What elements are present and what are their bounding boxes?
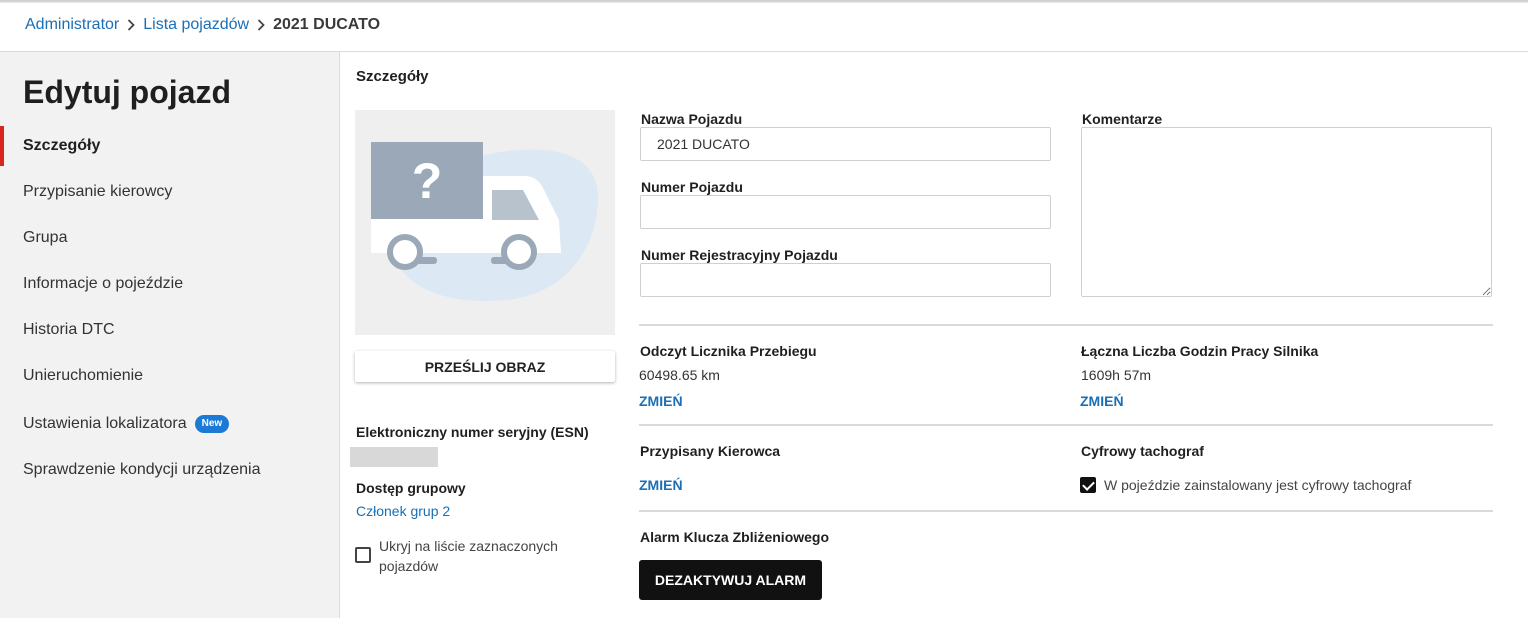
comments-label: Komentarze (1082, 111, 1163, 127)
unknown-vehicle-truck-icon: ? (371, 142, 599, 301)
chevron-right-icon (119, 19, 143, 31)
odometer-change-link[interactable]: ZMIEŃ (639, 393, 683, 409)
divider (639, 510, 1493, 512)
breadcrumb-administrator[interactable]: Administrator (25, 16, 119, 34)
sidebar-item-dtc-history[interactable]: Historia DTC (0, 310, 339, 350)
sidebar-item-label: Grupa (23, 229, 68, 246)
odometer-label: Odczyt Licznika Przebiegu (640, 343, 817, 359)
assigned-driver-change-link[interactable]: ZMIEŃ (639, 477, 683, 493)
top-shadow-line (0, 0, 1528, 3)
tachograph-checkbox-row[interactable]: W pojeździe zainstalowany jest cyfrowy t… (1080, 475, 1411, 495)
registration-number-label: Numer Rejestracyjny Pojazdu (641, 247, 838, 263)
sidebar-item-details[interactable]: Szczegóły (0, 126, 339, 166)
page-title: Edytuj pojazd (23, 74, 231, 110)
tachograph-label: Cyfrowy tachograf (1081, 443, 1204, 459)
sidebar-item-label: Sprawdzenie kondycji urządzenia (23, 461, 261, 478)
vehicle-number-label: Numer Pojazdu (641, 179, 743, 195)
breadcrumb-current: 2021 DUCATO (273, 16, 381, 33)
sidebar-item-driver-assignment[interactable]: Przypisanie kierowcy (0, 172, 339, 212)
odometer-value: 60498.65 km (639, 367, 720, 383)
sidebar-item-label: Unieruchomienie (23, 367, 144, 384)
sidebar-item-label: Ustawienia lokalizatora (23, 415, 187, 432)
assigned-driver-label: Przypisany Kierowca (640, 443, 781, 459)
engine-hours-value: 1609h 57m (1081, 367, 1152, 383)
breadcrumb-vehicle-list[interactable]: Lista pojazdów (143, 16, 249, 34)
tachograph-checkbox[interactable] (1080, 477, 1096, 493)
vehicle-name-label: Nazwa Pojazdu (641, 111, 743, 127)
sidebar-item-immobilization[interactable]: Unieruchomienie (0, 356, 339, 396)
vehicle-name-input[interactable] (640, 127, 1051, 161)
upload-image-button[interactable]: PRZEŚLIJ OBRAZ (355, 351, 615, 382)
svg-text:?: ? (412, 153, 443, 209)
new-badge: New (194, 415, 230, 433)
group-member-link[interactable]: Członek grup 2 (356, 503, 450, 519)
vehicle-number-input[interactable] (640, 195, 1051, 229)
sidebar-item-label: Przypisanie kierowcy (23, 183, 173, 200)
deactivate-alarm-button[interactable]: DEZAKTYWUJ ALARM (639, 560, 822, 600)
comments-textarea[interactable] (1081, 127, 1492, 297)
sidebar-item-locator-settings[interactable]: Ustawienia lokalizatora New (0, 404, 339, 444)
esn-value-redacted (350, 447, 438, 467)
sidebar-item-group[interactable]: Grupa (0, 218, 339, 258)
hide-checkbox-label-line2: pojazdów (379, 558, 439, 574)
hide-from-list-checkbox-row[interactable]: Ukryj na liście zaznaczonych pojazdów (355, 536, 558, 576)
chevron-right-icon (249, 19, 273, 31)
engine-hours-label: Łączna Liczba Godzin Pracy Silnika (1081, 343, 1319, 359)
engine-hours-change-link[interactable]: ZMIEŃ (1080, 393, 1124, 409)
sidebar-item-label: Historia DTC (23, 321, 115, 338)
esn-label: Elektroniczny numer seryjny (ESN) (356, 424, 589, 440)
registration-number-input[interactable] (640, 263, 1051, 297)
section-title: Szczegóły (356, 68, 429, 85)
hide-checkbox-label-line1: Ukryj na liście zaznaczonych (379, 538, 558, 554)
breadcrumb: Administrator Lista pojazdów 2021 DUCATO (25, 16, 380, 34)
divider (639, 324, 1493, 326)
sidebar: Edytuj pojazd Szczegóły Przypisanie kier… (0, 52, 340, 618)
sidebar-item-label: Szczegóły (23, 137, 101, 154)
proximity-key-alarm-label: Alarm Klucza Zbliżeniowego (640, 529, 830, 545)
vehicle-image: ? (355, 110, 615, 335)
group-access-label: Dostęp grupowy (356, 480, 466, 496)
sidebar-item-device-health[interactable]: Sprawdzenie kondycji urządzenia (0, 450, 339, 490)
tachograph-checkbox-label: W pojeździe zainstalowany jest cyfrowy t… (1104, 477, 1412, 493)
hide-from-list-checkbox[interactable] (355, 547, 371, 563)
sidebar-item-vehicle-info[interactable]: Informacje o pojeździe (0, 264, 339, 304)
divider (639, 424, 1493, 426)
sidebar-item-label: Informacje o pojeździe (23, 275, 184, 292)
